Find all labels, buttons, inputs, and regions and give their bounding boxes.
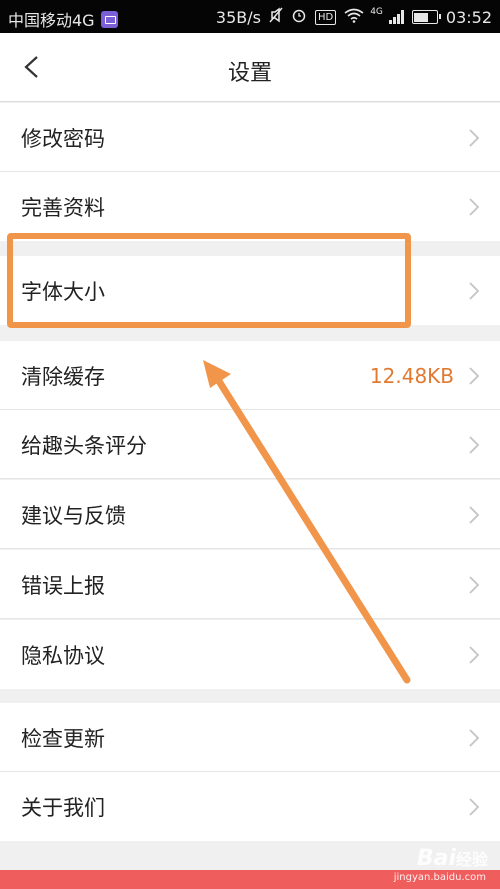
watermark-suffix: 经验 (455, 850, 488, 869)
annotation-arrow (203, 360, 411, 684)
watermark-text: Bai (416, 846, 456, 871)
watermark-url: jingyan.baidu.com (393, 872, 486, 883)
watermark-logo: Bai经验 (417, 846, 488, 871)
